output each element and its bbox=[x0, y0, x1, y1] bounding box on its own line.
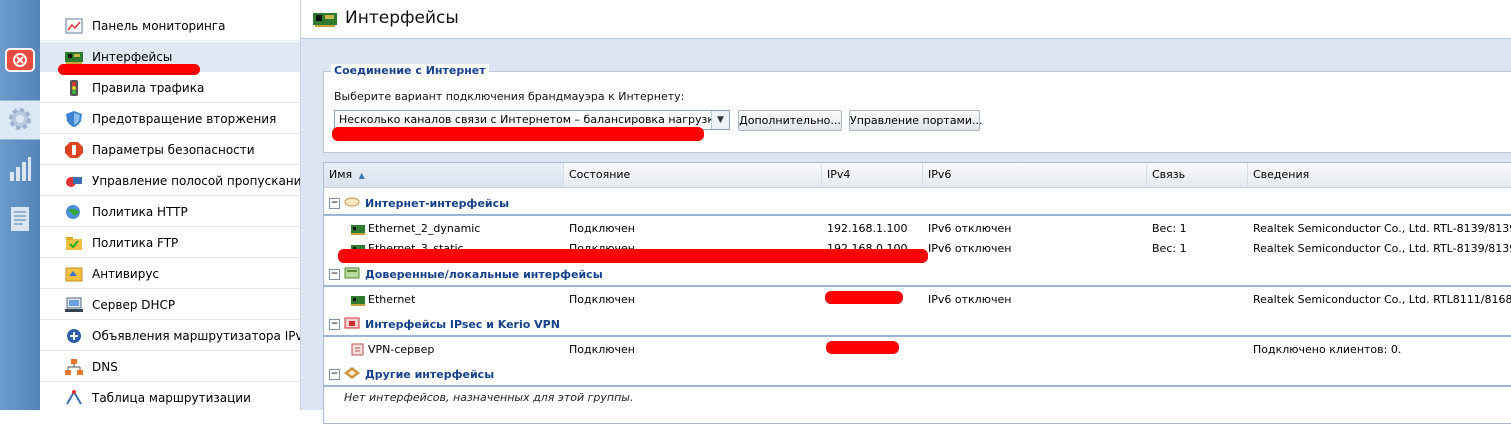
table-header: Имя ▲ Состояние IPv4 IPv6 Связь Сведения bbox=[324, 163, 1511, 188]
vpn-server-icon bbox=[351, 342, 365, 356]
column-header-name[interactable]: Имя ▲ bbox=[324, 163, 564, 187]
manage-ports-button[interactable]: Управление портами... bbox=[849, 110, 983, 131]
navigation-list: Панель мониторинга Интерфейсы Правила тр… bbox=[40, 0, 301, 410]
collapse-icon[interactable]: − bbox=[329, 368, 340, 380]
column-header-ipv4[interactable]: IPv4 bbox=[822, 163, 923, 187]
nav-item-label: Объявления маршрутизатора IPv6 bbox=[92, 328, 301, 343]
nav-item-label: Политика FTP bbox=[92, 235, 179, 250]
rail-logs-button[interactable] bbox=[0, 200, 40, 240]
firewall-logo-icon bbox=[5, 47, 35, 78]
gear-icon bbox=[6, 105, 34, 136]
content-area: Соединение с Интернет Выберите вариант п… bbox=[301, 39, 1511, 424]
group-label: Интерфейсы IPsec и Kerio VPN bbox=[365, 317, 560, 331]
empty-group-message: Нет интерфейсов, назначенных для этой гр… bbox=[344, 391, 634, 404]
nav-item-label: Интерфейсы bbox=[92, 49, 173, 64]
antivirus-icon bbox=[65, 266, 83, 282]
nav-item-label: Антивирус bbox=[92, 266, 160, 281]
local-network-icon bbox=[344, 267, 360, 282]
nav-item-routing-table[interactable]: Таблица маршрутизации bbox=[40, 383, 300, 410]
column-header-info[interactable]: Сведения bbox=[1248, 163, 1511, 187]
nav-item-dns[interactable]: DNS bbox=[40, 352, 300, 382]
rail-status-button[interactable] bbox=[0, 42, 40, 82]
redaction-mark bbox=[825, 291, 903, 304]
nav-item-dashboard[interactable]: Панель мониторинга bbox=[40, 11, 300, 41]
dashboard-chart-icon bbox=[65, 18, 83, 34]
highlight-annotation bbox=[338, 249, 928, 263]
collapse-icon[interactable]: − bbox=[329, 318, 340, 330]
network-card-icon bbox=[351, 292, 365, 306]
nav-item-label: Предотвращение вторжения bbox=[92, 111, 277, 126]
traffic-light-icon bbox=[65, 79, 83, 96]
other-interfaces-icon bbox=[344, 366, 360, 382]
column-header-state[interactable]: Состояние bbox=[564, 163, 822, 187]
http-globe-icon bbox=[65, 204, 83, 220]
table-row[interactable]: VPN-сервер Подключен Подключено клиентов… bbox=[324, 339, 1511, 360]
redaction-mark bbox=[826, 341, 899, 354]
table-row[interactable]: Ethernet_2_dynamic Подключен 192.168.1.1… bbox=[324, 218, 1511, 239]
network-card-icon bbox=[65, 49, 83, 65]
table-row[interactable]: Ethernet Подключен IPv6 отключен Realtek… bbox=[324, 289, 1511, 310]
shield-icon bbox=[65, 110, 83, 127]
nav-item-ftp-policy[interactable]: Политика FTP bbox=[40, 228, 300, 258]
nav-item-label: Панель мониторинга bbox=[92, 18, 226, 33]
collapse-icon[interactable]: − bbox=[329, 268, 340, 280]
interfaces-table: Имя ▲ Состояние IPv4 IPv6 Связь Сведения… bbox=[323, 162, 1511, 424]
nav-item-label: Сервер DHCP bbox=[92, 297, 176, 312]
connection-description: Выберите вариант подключения брандмауэра… bbox=[334, 90, 685, 103]
sort-ascending-icon: ▲ bbox=[358, 171, 365, 180]
nav-item-label: DNS bbox=[92, 359, 118, 374]
highlight-annotation bbox=[58, 64, 200, 75]
page-title: Интерфейсы bbox=[345, 8, 459, 28]
advanced-button[interactable]: Дополнительно... bbox=[738, 110, 842, 131]
nav-item-traffic-rules[interactable]: Правила трафика bbox=[40, 73, 300, 103]
stop-hand-icon bbox=[65, 141, 83, 158]
nav-item-label: Правила трафика bbox=[92, 80, 205, 95]
group-legend: Соединение с Интернет bbox=[331, 64, 489, 77]
network-card-icon bbox=[313, 10, 337, 31]
group-label: Другие интерфейсы bbox=[365, 367, 495, 381]
nav-item-label: Управление полосой пропускания и bbox=[92, 173, 301, 188]
dns-icon bbox=[65, 358, 83, 375]
cloud-icon bbox=[344, 197, 360, 210]
nav-item-label: Параметры безопасности bbox=[92, 142, 255, 157]
column-header-ipv6[interactable]: IPv6 bbox=[923, 163, 1147, 187]
ipv6-router-icon bbox=[65, 328, 83, 344]
column-header-link[interactable]: Связь bbox=[1147, 163, 1248, 187]
highlight-annotation bbox=[332, 127, 704, 141]
rail-statistics-button[interactable] bbox=[0, 150, 40, 190]
app-icon-rail bbox=[0, 0, 40, 410]
nav-item-antivirus[interactable]: Антивирус bbox=[40, 259, 300, 289]
bandwidth-icon bbox=[65, 173, 83, 189]
page-header: Интерфейсы bbox=[301, 0, 1511, 39]
network-card-icon bbox=[351, 221, 365, 235]
group-label: Интернет-интерфейсы bbox=[365, 196, 510, 210]
chevron-down-icon[interactable]: ▼ bbox=[711, 111, 729, 129]
group-row-other[interactable]: − Другие интерфейсы bbox=[324, 363, 1511, 387]
group-row-vpn[interactable]: − Интерфейсы IPsec и Kerio VPN bbox=[324, 313, 1511, 337]
nav-item-dhcp-server[interactable]: Сервер DHCP bbox=[40, 290, 300, 320]
ftp-folder-icon bbox=[65, 235, 83, 251]
dhcp-server-icon bbox=[65, 297, 83, 313]
nav-item-intrusion-prevention[interactable]: Предотвращение вторжения bbox=[40, 104, 300, 134]
nav-item-label: Таблица маршрутизации bbox=[92, 390, 251, 405]
rail-configuration-button[interactable] bbox=[0, 100, 40, 140]
routing-table-icon bbox=[65, 389, 83, 406]
nav-item-http-policy[interactable]: Политика HTTP bbox=[40, 197, 300, 227]
group-label: Доверенные/локальные интерфейсы bbox=[365, 267, 603, 281]
nav-item-security-settings[interactable]: Параметры безопасности bbox=[40, 135, 300, 165]
collapse-icon[interactable]: − bbox=[329, 197, 340, 209]
document-icon bbox=[9, 206, 31, 235]
connection-mode-value: Несколько каналов связи с Интернетом – б… bbox=[339, 113, 722, 126]
group-row-internet[interactable]: − Интернет-интерфейсы bbox=[324, 192, 1511, 216]
group-row-trusted[interactable]: − Доверенные/локальные интерфейсы bbox=[324, 263, 1511, 287]
nav-item-label: Политика HTTP bbox=[92, 204, 188, 219]
nav-item-ipv6-router-ads[interactable]: Объявления маршрутизатора IPv6 bbox=[40, 321, 300, 351]
vpn-icon bbox=[344, 317, 360, 332]
nav-item-bandwidth[interactable]: Управление полосой пропускания и bbox=[40, 166, 300, 196]
bar-chart-icon bbox=[8, 156, 32, 185]
